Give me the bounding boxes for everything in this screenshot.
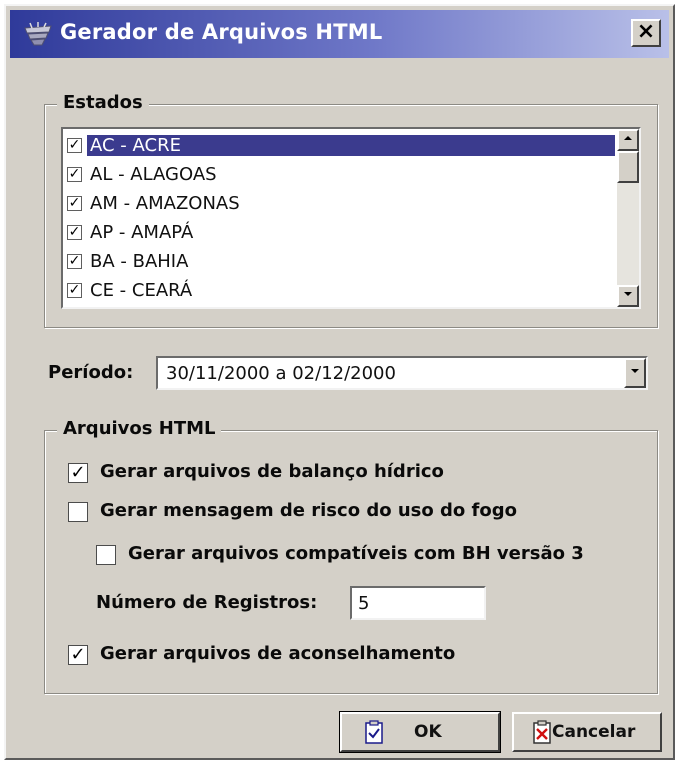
- risco-checkbox-box[interactable]: [68, 502, 88, 522]
- list-item-label: AL - ALAGOAS: [90, 164, 217, 185]
- list-item-checkbox[interactable]: ✓: [67, 283, 82, 298]
- list-item[interactable]: ✓ CE - CEARÁ: [65, 277, 615, 306]
- list-item[interactable]: ✓ AM - AMAZONAS: [65, 190, 615, 219]
- list-item-checkbox[interactable]: ✓: [67, 138, 82, 153]
- aconselhamento-checkbox-label: Gerar arquivos de aconselhamento: [100, 643, 456, 664]
- estados-listbox[interactable]: ✓ AC - ACRE ✓ AL - ALAGOAS ✓ AM - AMAZONAS ✓ AP…: [61, 127, 641, 309]
- cancel-button[interactable]: Cancelar: [512, 712, 662, 752]
- arrow-down-icon: [624, 292, 632, 296]
- chevron-down-icon: [631, 369, 639, 373]
- list-item[interactable]: ✓ BA - BAHIA: [65, 248, 615, 277]
- estados-scrollbar[interactable]: [617, 129, 639, 307]
- list-item-checkbox[interactable]: ✓: [67, 225, 82, 240]
- scroll-up-button[interactable]: [617, 129, 639, 151]
- list-item-label: AP - AMAPÁ: [90, 222, 194, 243]
- compat-checkbox-label: Gerar arquivos compatíveis com BH versão…: [128, 543, 584, 564]
- ok-button[interactable]: OK: [339, 711, 501, 753]
- estados-group: Estados ✓ AC - ACRE ✓ AL - ALAGOAS ✓ AM - AMA…: [44, 92, 658, 328]
- estados-group-label: Estados: [57, 92, 149, 113]
- periodo-value: 30/11/2000 a 02/12/2000: [166, 363, 396, 384]
- clipboard-check-icon: [365, 720, 383, 744]
- balanco-checkbox-box[interactable]: ✓: [68, 463, 88, 483]
- registros-input[interactable]: 5: [350, 586, 486, 620]
- list-item[interactable]: ✓ AL - ALAGOAS: [65, 161, 615, 190]
- clipboard-x-icon: [533, 720, 551, 744]
- list-item-checkbox[interactable]: ✓: [67, 196, 82, 211]
- registros-label: Número de Registros:: [96, 592, 318, 613]
- title-bar[interactable]: Gerador de Arquivos HTML ×: [10, 10, 669, 58]
- periodo-label: Período:: [48, 362, 134, 383]
- list-item-checkbox[interactable]: ✓: [67, 254, 82, 269]
- app-icon: [24, 22, 52, 46]
- scroll-down-button[interactable]: [617, 285, 639, 307]
- estados-list: ✓ AC - ACRE ✓ AL - ALAGOAS ✓ AM - AMAZONAS ✓ AP…: [65, 132, 615, 306]
- balanco-checkbox-label: Gerar arquivos de balanço hídrico: [100, 461, 444, 482]
- list-item-label: AC - ACRE: [87, 135, 615, 156]
- risco-checkbox-label: Gerar mensagem de risco do uso do fogo: [100, 500, 517, 521]
- list-item-label: AM - AMAZONAS: [90, 193, 240, 214]
- dialog-window: Gerador de Arquivos HTML × Estados ✓ AC -…: [4, 4, 675, 760]
- arquivos-group-label: Arquivos HTML: [57, 418, 222, 439]
- list-item-label: BA - BAHIA: [90, 251, 189, 272]
- ok-button-label: OK: [414, 722, 442, 742]
- aconselhamento-checkbox-box[interactable]: ✓: [68, 645, 88, 665]
- list-item[interactable]: ✓ AP - AMAPÁ: [65, 219, 615, 248]
- window-title: Gerador de Arquivos HTML: [60, 20, 383, 44]
- list-item-label: CE - CEARÁ: [90, 280, 193, 301]
- cancel-button-label: Cancelar: [552, 722, 636, 742]
- list-item[interactable]: ✓ AC - ACRE: [65, 132, 615, 161]
- compat-checkbox-box[interactable]: [96, 545, 116, 565]
- periodo-combobox[interactable]: 30/11/2000 a 02/12/2000: [156, 356, 648, 390]
- list-item-checkbox[interactable]: ✓: [67, 167, 82, 182]
- arrow-up-icon: [624, 136, 632, 140]
- scroll-thumb[interactable]: [617, 151, 639, 183]
- close-button[interactable]: ×: [631, 19, 661, 47]
- periodo-dropdown-button[interactable]: [624, 358, 646, 388]
